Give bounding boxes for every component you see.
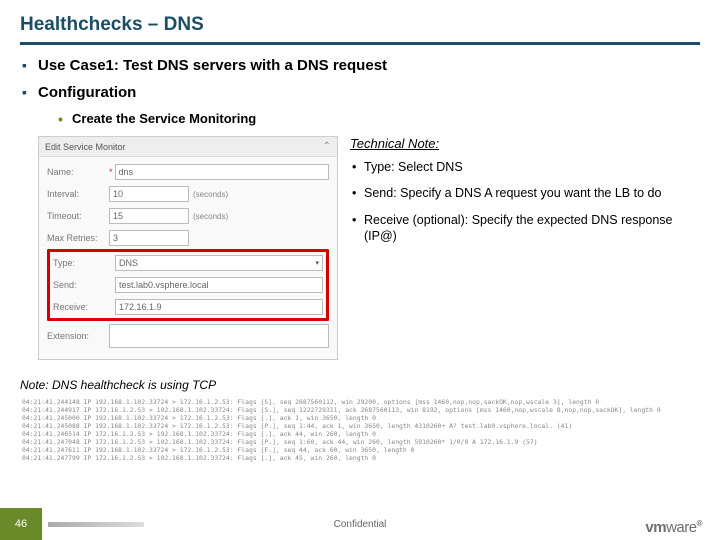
note-send: Send: Specify a DNS A request you want t… [350, 185, 700, 201]
collapse-icon: ⌃ [323, 141, 331, 152]
heading-configuration: Configuration Create the Service Monitor… [22, 84, 700, 126]
subheading-create-monitor: Create the Service Monitoring [58, 111, 700, 126]
label-name: Name: [47, 167, 109, 177]
input-send[interactable]: test.lab0.vsphere.local [115, 277, 323, 293]
technical-notes: Technical Note: Type: Select DNS Send: S… [350, 136, 700, 360]
required-star-icon: * [109, 167, 113, 177]
vmware-logo: vmware® [645, 519, 702, 536]
label-max-retries: Max Retries: [47, 233, 109, 243]
tcpdump-output: 04:21:41.244148 IP 192.168.1.102.33724 >… [20, 396, 700, 464]
page-number: 46 [0, 508, 42, 540]
input-extension[interactable] [109, 324, 329, 348]
label-receive: Receive: [53, 302, 115, 312]
registered-icon: ® [697, 519, 702, 528]
confidential-label: Confidential [334, 519, 387, 530]
footer-bar-decoration [48, 522, 144, 527]
label-type: Type: [53, 258, 115, 268]
form-title: Edit Service Monitor [45, 142, 126, 152]
heading-usecase: Use Case1: Test DNS servers with a DNS r… [22, 57, 700, 74]
input-interval[interactable]: 10 [109, 186, 189, 202]
input-receive[interactable]: 172.16.1.9 [115, 299, 323, 315]
input-name[interactable]: dns [115, 164, 329, 180]
label-timeout: Timeout: [47, 211, 109, 221]
logo-ware: ware [666, 519, 697, 536]
suffix-timeout: (seconds) [193, 212, 228, 221]
form-screenshot: Edit Service Monitor ⌃ Name: * dns Inter… [38, 136, 338, 360]
chevron-down-icon: ▾ [315, 259, 319, 267]
select-type[interactable]: DNS ▾ [115, 255, 323, 271]
highlight-box: Type: DNS ▾ Send: test.lab0.vsphere.loca… [47, 249, 329, 321]
form-head: Edit Service Monitor ⌃ [39, 137, 337, 157]
suffix-interval: (seconds) [193, 190, 228, 199]
note-tcp: Note: DNS healthcheck is using TCP [20, 378, 700, 392]
heading-configuration-text: Configuration [38, 84, 136, 101]
note-receive: Receive (optional): Specify the expected… [350, 212, 700, 245]
select-type-value: DNS [119, 258, 138, 268]
label-interval: Interval: [47, 189, 109, 199]
input-max-retries[interactable]: 3 [109, 230, 189, 246]
slide-title: Healthchecks – DNS [20, 14, 700, 45]
logo-vm: vm [645, 519, 666, 536]
input-timeout[interactable]: 15 [109, 208, 189, 224]
label-extension: Extension: [47, 331, 109, 341]
slide-footer: 46 Confidential vmware® [0, 508, 720, 540]
notes-heading: Technical Note: [350, 136, 700, 151]
note-type: Type: Select DNS [350, 159, 700, 175]
label-send: Send: [53, 280, 115, 290]
